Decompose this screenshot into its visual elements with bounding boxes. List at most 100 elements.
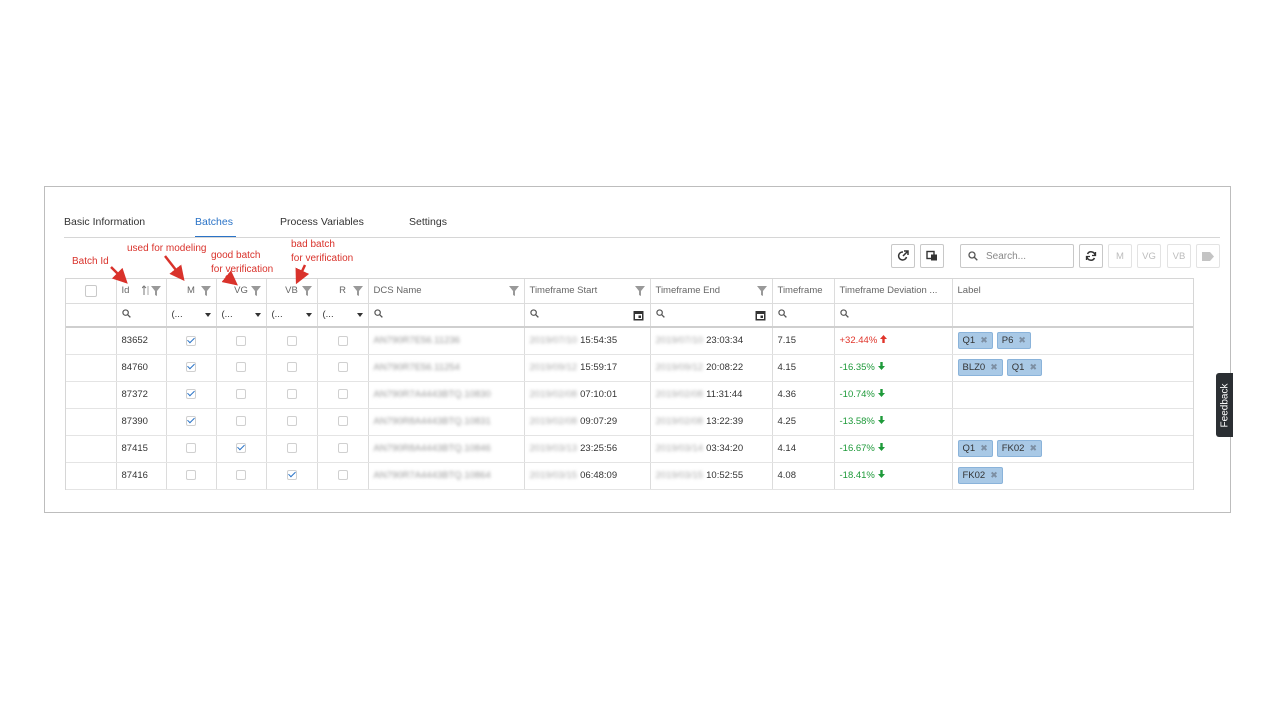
filter-end[interactable] (650, 303, 773, 328)
filter-icon[interactable] (301, 286, 312, 296)
r-cell[interactable] (317, 327, 369, 355)
r-checkbox[interactable] (337, 389, 348, 400)
r-checkbox[interactable] (337, 443, 348, 454)
vg-checkbox[interactable] (236, 416, 246, 427)
select-cell[interactable] (66, 327, 117, 355)
filter-vb-dropdown[interactable]: (... (272, 309, 312, 320)
filter-deviation[interactable] (834, 303, 953, 328)
tab-process-variables[interactable]: Process Variables (280, 216, 364, 228)
table-row[interactable]: 83652 AN790R7E56.11236 2019/07/10 15:54:35… (66, 327, 1193, 355)
remove-label-icon[interactable]: ✖ (990, 470, 998, 480)
m-checkbox[interactable] (186, 362, 196, 373)
label-cell[interactable] (952, 408, 1193, 436)
label-button[interactable] (1196, 244, 1220, 268)
export-button[interactable] (891, 244, 915, 268)
header-vb[interactable]: VB (266, 279, 318, 304)
remove-label-icon[interactable]: ✖ (980, 443, 988, 453)
filter-icon[interactable] (508, 286, 519, 296)
filter-icon[interactable] (200, 286, 211, 296)
select-cell[interactable] (66, 462, 117, 490)
filter-icon[interactable] (756, 286, 767, 296)
select-all-checkbox[interactable] (84, 284, 97, 297)
filter-icon[interactable] (150, 286, 161, 296)
m-cell[interactable] (166, 435, 217, 463)
label-cell[interactable]: Q1 ✖ FK02 ✖ (952, 435, 1193, 463)
filter-icon[interactable] (352, 286, 363, 296)
header-label[interactable]: Label (952, 279, 1193, 304)
vg-checkbox[interactable] (236, 335, 246, 346)
r-cell[interactable] (317, 408, 369, 436)
sort-icon[interactable] (141, 285, 151, 296)
filter-vg-dropdown[interactable]: (... (222, 309, 261, 320)
filter-m-dropdown[interactable]: (... (172, 309, 211, 320)
select-cell[interactable] (66, 354, 117, 382)
filter-id[interactable] (116, 303, 167, 328)
mark-vb-button[interactable]: VB (1167, 244, 1191, 268)
table-row[interactable]: 87390 AN790R8A4443BTQ.10831 2019/02/08 09:… (66, 408, 1193, 436)
feedback-tab[interactable]: Feedback (1216, 373, 1233, 437)
vb-cell[interactable] (266, 354, 318, 382)
header-dcs-name[interactable]: DCS Name (368, 279, 525, 304)
m-cell[interactable] (166, 381, 217, 409)
remove-label-icon[interactable]: ✖ (980, 335, 988, 345)
header-m[interactable]: M (166, 279, 217, 304)
vg-cell[interactable] (216, 462, 267, 490)
r-checkbox[interactable] (337, 470, 348, 481)
vb-cell[interactable] (266, 327, 318, 355)
filter-icon[interactable] (634, 286, 645, 296)
r-cell[interactable] (317, 381, 369, 409)
filter-vb[interactable]: (... (266, 303, 318, 328)
filter-r[interactable]: (... (317, 303, 369, 328)
vg-checkbox[interactable] (236, 362, 246, 373)
m-checkbox[interactable] (186, 416, 196, 427)
refresh-button[interactable] (1079, 244, 1103, 268)
mark-vg-button[interactable]: VG (1137, 244, 1161, 268)
m-cell[interactable] (166, 354, 217, 382)
tab-basic-information[interactable]: Basic Information (64, 216, 145, 228)
remove-label-icon[interactable]: ✖ (990, 362, 998, 372)
r-checkbox[interactable] (337, 416, 348, 427)
remove-label-icon[interactable]: ✖ (1029, 443, 1037, 453)
header-deviation[interactable]: Timeframe Deviation ... (834, 279, 953, 304)
vg-checkbox[interactable] (236, 389, 246, 400)
vb-checkbox[interactable] (286, 470, 297, 481)
vg-cell[interactable] (216, 381, 267, 409)
calendar-icon[interactable] (755, 310, 766, 321)
search-input[interactable] (984, 249, 1070, 263)
table-row[interactable]: 87415 AN790R8A4443BTQ.10846 2019/03/13 23:… (66, 435, 1193, 463)
header-timeframe-start[interactable]: Timeframe Start (524, 279, 651, 304)
table-row[interactable]: 84760 AN790R7E56.11254 2019/09/12 15:59:17… (66, 354, 1193, 382)
table-row[interactable]: 87416 AN790R7A4443BTQ.10864 2019/03/15 06:… (66, 462, 1193, 490)
vb-checkbox[interactable] (286, 443, 297, 454)
remove-label-icon[interactable]: ✖ (1018, 335, 1026, 345)
label-cell[interactable] (952, 381, 1193, 409)
vg-cell[interactable] (216, 354, 267, 382)
m-cell[interactable] (166, 408, 217, 436)
vb-checkbox[interactable] (286, 362, 297, 373)
tab-settings[interactable]: Settings (409, 216, 447, 228)
vg-cell[interactable] (216, 408, 267, 436)
vb-checkbox[interactable] (286, 389, 297, 400)
select-cell[interactable] (66, 408, 117, 436)
table-row[interactable]: 87372 AN790R7A4443BTQ.10830 2019/02/08 07:… (66, 381, 1193, 409)
remove-label-icon[interactable]: ✖ (1029, 362, 1037, 372)
header-timeframe-end[interactable]: Timeframe End (650, 279, 773, 304)
r-checkbox[interactable] (337, 362, 348, 373)
label-cell[interactable]: Q1 ✖ P6 ✖ (952, 327, 1193, 355)
tab-batches[interactable]: Batches (195, 216, 233, 228)
r-cell[interactable] (317, 435, 369, 463)
vb-cell[interactable] (266, 408, 318, 436)
filter-r-dropdown[interactable]: (... (323, 309, 363, 320)
label-cell[interactable]: FK02 ✖ (952, 462, 1193, 490)
vg-checkbox[interactable] (236, 443, 246, 454)
columns-button[interactable] (920, 244, 944, 268)
select-cell[interactable] (66, 435, 117, 463)
m-checkbox[interactable] (186, 389, 196, 400)
r-checkbox[interactable] (337, 335, 348, 346)
header-id[interactable]: Id (116, 279, 167, 304)
header-r[interactable]: R (317, 279, 369, 304)
search-box[interactable] (960, 244, 1074, 268)
filter-vg[interactable]: (... (216, 303, 267, 328)
m-cell[interactable] (166, 462, 217, 490)
r-cell[interactable] (317, 462, 369, 490)
